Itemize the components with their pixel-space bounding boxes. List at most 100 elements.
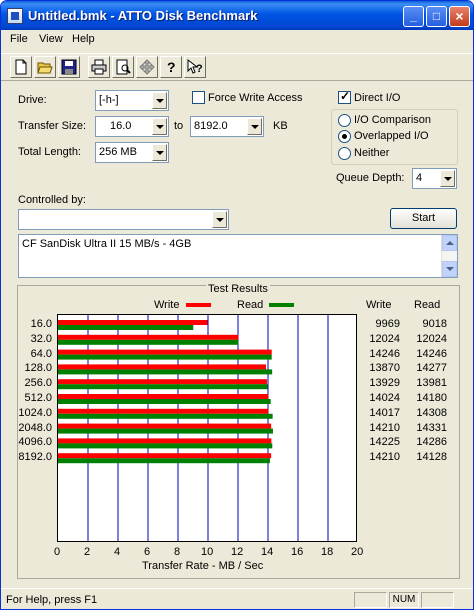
neither-label: Neither xyxy=(354,147,390,159)
overlapped-io-label: Overlapped I/O xyxy=(354,130,429,142)
menu-file[interactable]: File xyxy=(10,33,28,45)
menu-view[interactable]: View xyxy=(39,33,63,45)
window-title: Untitled.bmk - ATTO Disk Benchmark xyxy=(28,8,258,23)
minimize-button[interactable]: _ xyxy=(403,6,424,27)
status-help-text: For Help, press F1 xyxy=(6,594,98,606)
write-legend-label: Write xyxy=(154,299,180,311)
scroll-down-icon[interactable] xyxy=(442,261,457,277)
x-axis-label: Transfer Rate - MB / Sec xyxy=(142,560,264,572)
kb-label: KB xyxy=(273,120,288,132)
transfer-size-from-select[interactable]: 16.0 xyxy=(95,116,169,137)
category-label: 256.0 xyxy=(24,377,52,390)
x-tick-label: 14 xyxy=(261,546,274,558)
chevron-down-icon[interactable] xyxy=(247,118,262,135)
bar-write-512.0 xyxy=(58,394,269,399)
write-value: 13870 xyxy=(369,362,400,375)
read-value: 14128 xyxy=(416,451,447,464)
read-legend-swatch xyxy=(269,303,294,307)
category-label: 2048.0 xyxy=(18,421,52,434)
overlapped-io-radio[interactable] xyxy=(338,130,351,143)
write-value: 14210 xyxy=(369,451,400,464)
read-value: 14308 xyxy=(416,406,447,419)
move-icon[interactable] xyxy=(136,56,158,78)
x-tick-label: 18 xyxy=(321,546,334,558)
direct-io-checkbox[interactable] xyxy=(338,89,351,104)
x-tick-label: 8 xyxy=(174,546,181,558)
write-value: 9969 xyxy=(375,318,400,330)
read-value: 14246 xyxy=(416,347,447,360)
force-write-checkbox[interactable] xyxy=(192,91,205,104)
to-label: to xyxy=(174,120,184,132)
category-label: 8192.0 xyxy=(18,451,52,464)
svg-text:?: ? xyxy=(196,63,203,75)
new-icon[interactable] xyxy=(10,56,32,78)
help-icon[interactable]: ? xyxy=(160,56,182,78)
bar-write-32.0 xyxy=(58,334,239,340)
main-window: Untitled.bmk - ATTO Disk Benchmark _ □ ×… xyxy=(0,0,474,610)
total-length-select[interactable]: 256 MB xyxy=(95,142,169,163)
write-value: 14210 xyxy=(369,421,400,434)
transfer-size-to-select[interactable]: 8192.0 xyxy=(190,116,264,137)
queue-depth-select[interactable]: 4 xyxy=(412,168,457,189)
bar-read-2048.0 xyxy=(58,428,273,434)
title-bar[interactable]: Untitled.bmk - ATTO Disk Benchmark _ □ × xyxy=(1,1,473,30)
status-bar: For Help, press F1 NUM xyxy=(1,588,473,609)
write-value: 14246 xyxy=(369,347,400,360)
controlled-by-select[interactable] xyxy=(18,209,229,230)
start-button[interactable]: Start xyxy=(390,208,457,229)
scroll-up-icon[interactable] xyxy=(442,235,457,251)
description-textarea[interactable]: CF SanDisk Ultra II 15 MB/s - 4GB xyxy=(18,234,458,278)
status-panel-1 xyxy=(354,592,387,608)
bar-read-128.0 xyxy=(58,369,273,375)
save-icon[interactable] xyxy=(58,56,80,78)
controlled-by-label: Controlled by: xyxy=(18,194,86,206)
chevron-down-icon[interactable] xyxy=(212,211,227,228)
bar-read-8192.0 xyxy=(58,458,270,464)
bar-read-256.0 xyxy=(58,384,268,390)
transfer-rate-chart xyxy=(57,314,357,542)
description-text: CF SanDisk Ultra II 15 MB/s - 4GB xyxy=(22,238,192,250)
context-help-icon[interactable]: ? xyxy=(184,56,206,78)
read-value: 14331 xyxy=(416,421,447,434)
bar-write-16.0 xyxy=(58,320,208,325)
category-label: 4096.0 xyxy=(18,436,52,449)
bar-read-4096.0 xyxy=(58,443,273,449)
x-tick-label: 12 xyxy=(231,546,244,558)
menu-help[interactable]: Help xyxy=(72,33,95,45)
read-column-header: Read xyxy=(414,299,441,311)
bar-write-64.0 xyxy=(58,349,272,355)
num-lock-indicator: NUM xyxy=(389,592,419,608)
chevron-down-icon[interactable] xyxy=(152,144,167,161)
x-tick-label: 16 xyxy=(291,546,304,558)
app-icon[interactable] xyxy=(7,8,23,24)
force-write-label: Force Write Access xyxy=(208,92,303,104)
x-tick-label: 20 xyxy=(351,546,364,558)
bar-write-8192.0 xyxy=(58,453,272,459)
transfer-size-label: Transfer Size: xyxy=(18,120,87,132)
bar-write-4096.0 xyxy=(58,438,272,444)
print-icon[interactable] xyxy=(88,56,110,78)
neither-radio[interactable] xyxy=(338,147,351,160)
chevron-down-icon[interactable] xyxy=(152,92,167,109)
close-button[interactable]: × xyxy=(449,6,470,27)
category-label: 512.0 xyxy=(24,392,52,404)
queue-depth-label: Queue Depth: xyxy=(336,172,405,184)
x-tick-label: 0 xyxy=(54,546,61,558)
print-preview-icon[interactable] xyxy=(112,56,134,78)
toolbar: ? ? xyxy=(1,53,473,81)
io-comparison-radio[interactable] xyxy=(338,114,351,127)
read-value: 9018 xyxy=(422,318,447,330)
read-value: 14286 xyxy=(416,436,447,449)
bar-write-128.0 xyxy=(58,364,267,370)
description-scrollbar[interactable] xyxy=(441,235,457,277)
x-tick-label: 4 xyxy=(114,546,121,558)
maximize-button[interactable]: □ xyxy=(426,6,447,27)
chevron-down-icon[interactable] xyxy=(440,170,455,187)
svg-text:?: ? xyxy=(167,59,176,75)
write-value: 13929 xyxy=(369,377,400,390)
bar-read-16.0 xyxy=(58,325,194,330)
open-icon[interactable] xyxy=(34,56,56,78)
io-comparison-label: I/O Comparison xyxy=(354,114,432,126)
chevron-down-icon[interactable] xyxy=(152,118,167,135)
drive-select[interactable]: [-h-] xyxy=(95,90,169,111)
